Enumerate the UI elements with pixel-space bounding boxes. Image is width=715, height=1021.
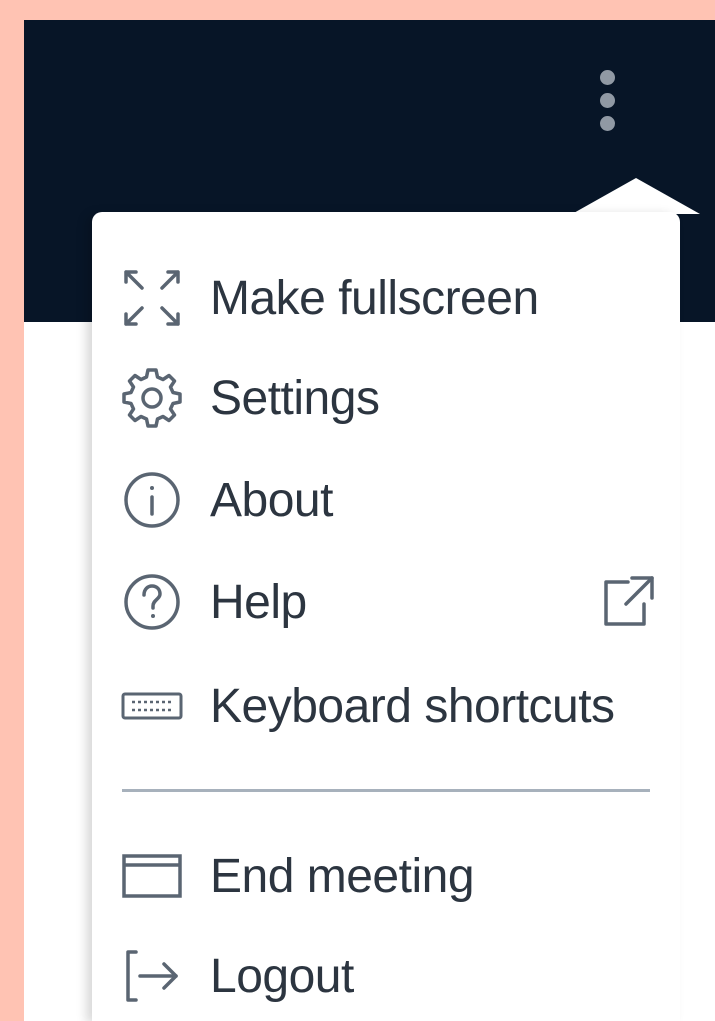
menu-item-label: Settings (210, 371, 380, 425)
menu-item-logout[interactable]: Logout (92, 926, 680, 1021)
gear-icon (120, 366, 184, 430)
menu-item-keyboard-shortcuts[interactable]: Keyboard shortcuts (92, 656, 680, 756)
menu-item-settings[interactable]: Settings (92, 348, 680, 448)
logout-icon (120, 944, 184, 1008)
menu-item-help[interactable]: Help (92, 552, 680, 652)
window-icon (120, 844, 184, 908)
menu-divider (122, 789, 650, 792)
external-link-icon (598, 572, 658, 632)
menu-item-label: Keyboard shortcuts (210, 679, 615, 733)
menu-item-label: Make fullscreen (210, 271, 539, 325)
keyboard-icon (120, 674, 184, 738)
more-options-button[interactable] (587, 60, 627, 140)
menu-item-end-meeting[interactable]: End meeting (92, 826, 680, 926)
menu-item-label: Help (210, 575, 307, 629)
help-icon (120, 570, 184, 634)
kebab-dot (599, 115, 615, 131)
kebab-dot (599, 92, 615, 108)
background-edge (0, 0, 24, 1021)
menu-pointer (572, 178, 700, 214)
menu-item-label: Logout (210, 949, 354, 1003)
menu-item-label: End meeting (210, 849, 475, 903)
menu-item-label: About (210, 473, 333, 527)
fullscreen-icon (120, 266, 184, 330)
kebab-vertical-icon (599, 69, 615, 85)
menu-item-about[interactable]: About (92, 450, 680, 550)
options-menu: Make fullscreen Settings About Help Keyb… (92, 212, 680, 1021)
menu-item-fullscreen[interactable]: Make fullscreen (92, 248, 680, 348)
info-icon (120, 468, 184, 532)
